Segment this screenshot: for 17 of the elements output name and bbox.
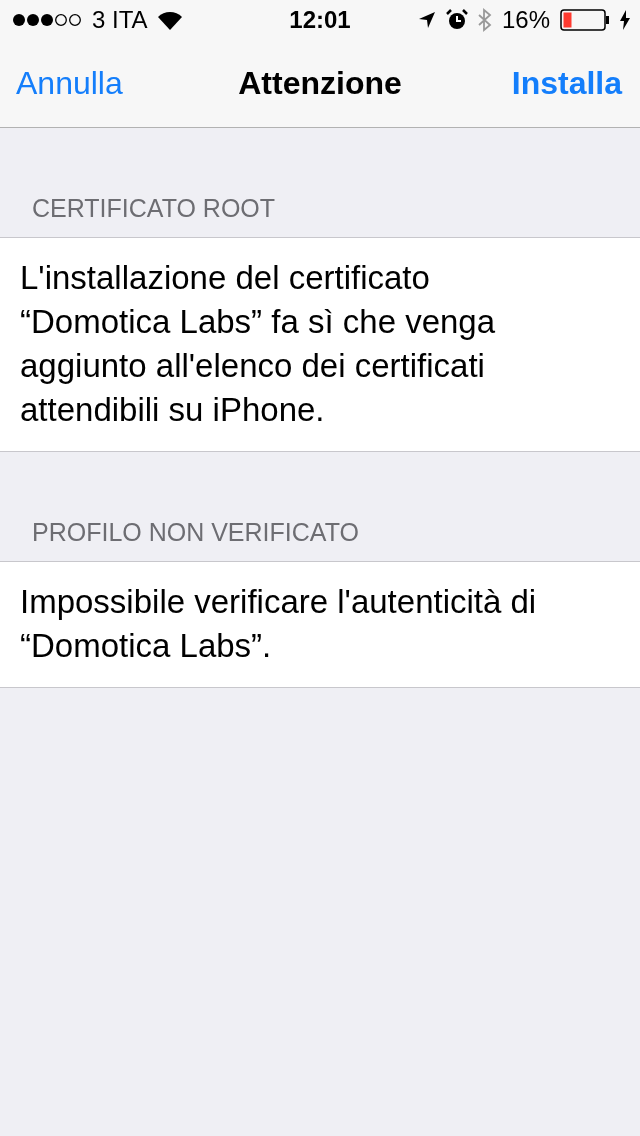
- nav-title: Attenzione: [238, 65, 402, 102]
- signal-icon: [12, 13, 84, 27]
- install-button[interactable]: Installa: [511, 65, 622, 102]
- wifi-icon: [155, 9, 184, 31]
- section-header: PROFILO NON VERIFICATO: [32, 518, 360, 547]
- location-icon: [417, 11, 436, 29]
- alarm-clock-icon: [445, 9, 468, 31]
- status-time: 12:01: [289, 6, 351, 34]
- cancel-button[interactable]: Annulla: [16, 65, 123, 102]
- bluetooth-icon: [477, 8, 492, 32]
- charging-icon: [620, 10, 630, 30]
- carrier-name: 3 ITA: [92, 6, 148, 34]
- section-text: L'installazione del certificato “Domotica Labs” fa sì che venga aggiunto all'elenco dei certificati attendibili su iPhone.: [20, 258, 497, 430]
- section-header: CERTIFICATO ROOT: [32, 194, 277, 223]
- section-text: Impossibile verificare l'autenticità di “Domotica Labs”.: [20, 582, 538, 666]
- battery-icon: [560, 9, 610, 31]
- battery-percentage: 16%: [501, 6, 550, 34]
